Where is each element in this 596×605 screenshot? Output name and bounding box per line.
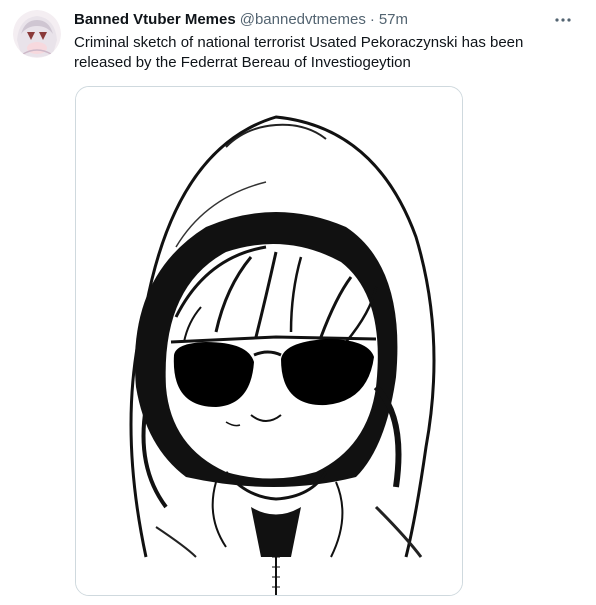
separator-dot: ·: [369, 11, 375, 28]
more-dots-icon: [555, 18, 571, 22]
user-handle[interactable]: @bannedvtmemes: [240, 10, 366, 30]
tweet-text: Criminal sketch of national terrorist Us…: [74, 34, 524, 71]
more-options-button[interactable]: [546, 8, 580, 32]
tweet-timestamp[interactable]: 57m: [379, 10, 408, 30]
tweet-header: Banned Vtuber Memes @bannedvtmemes · 57m: [74, 10, 580, 30]
display-name[interactable]: Banned Vtuber Memes: [74, 10, 236, 30]
hooded-sunglasses-sketch-image: [76, 87, 462, 595]
tweet-media-image[interactable]: [75, 86, 463, 596]
avatar-anime-girl-icon: [13, 10, 61, 58]
avatar[interactable]: [13, 10, 61, 58]
tweet-card[interactable]: Banned Vtuber Memes @bannedvtmemes · 57m…: [0, 0, 596, 605]
